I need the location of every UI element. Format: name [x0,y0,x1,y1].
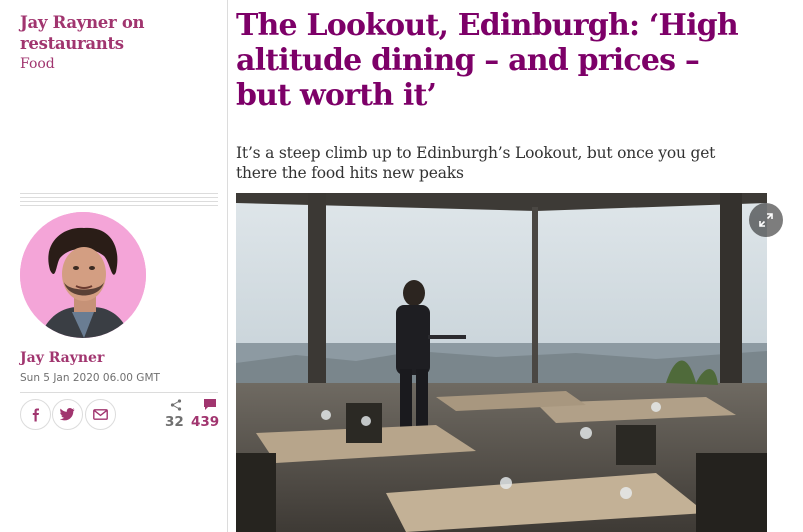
facebook-icon [32,408,39,421]
comment-count-link[interactable]: 439 [191,414,219,430]
column-divider [227,0,228,532]
share-twitter-button[interactable] [52,399,83,430]
comment-icon [204,399,216,410]
meta-divider [20,392,218,393]
article-main-image[interactable] [236,193,767,532]
email-icon [93,409,108,420]
expand-image-button[interactable] [749,203,783,237]
author-avatar[interactable] [20,212,146,338]
share-count-icon [170,399,182,411]
section-link[interactable]: Food [20,54,220,74]
twitter-icon [60,408,75,421]
share-facebook-button[interactable] [20,399,51,430]
series-header: Jay Rayner on restaurants Food [20,12,220,74]
share-email-button[interactable] [85,399,116,430]
article-headline: The Lookout, Edinburgh: ‘High altitude d… [236,8,739,113]
author-name-link[interactable]: Jay Rayner [20,350,104,366]
publish-date: Sun 5 Jan 2020 06.00 GMT [20,372,160,384]
expand-icon [759,213,773,227]
series-title-link[interactable]: Jay Rayner on restaurants [20,12,220,54]
share-count: 32 [165,414,184,430]
meta-top-rules [20,193,218,209]
article-standfirst: It’s a steep climb up to Edinburgh’s Loo… [236,144,716,182]
